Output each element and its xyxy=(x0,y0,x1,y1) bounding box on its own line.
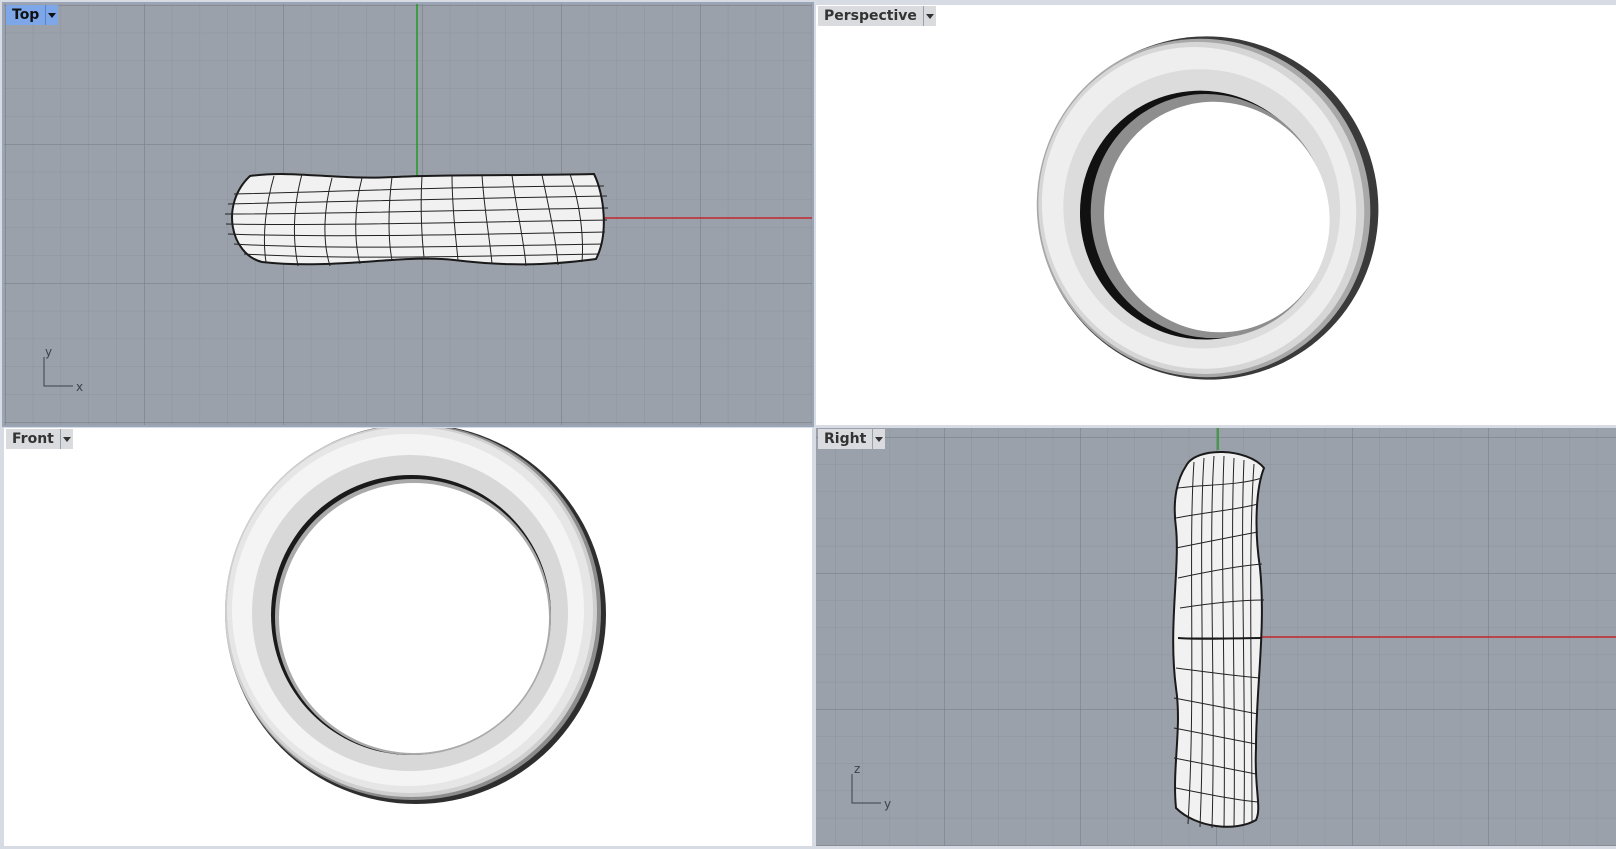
viewport-layout: y x Top Perspective Front z y Right xyxy=(0,0,1616,849)
triangle-down-icon[interactable] xyxy=(59,429,73,449)
viewport-title[interactable]: Top xyxy=(6,5,46,25)
ring-wireframe-top[interactable] xyxy=(224,172,609,267)
ring-shaded-front[interactable] xyxy=(225,428,606,804)
top-viewport[interactable]: y x Top xyxy=(2,2,814,427)
front-viewport[interactable]: Front xyxy=(4,428,812,846)
top-viewport-canvas[interactable]: y x xyxy=(4,4,812,425)
svg-text:y: y xyxy=(884,797,891,811)
perspective-viewport[interactable]: Perspective xyxy=(816,5,1616,425)
triangle-down-icon[interactable] xyxy=(922,6,936,26)
front-viewport-canvas[interactable] xyxy=(4,428,812,846)
viewport-tab-top[interactable]: Top xyxy=(6,5,59,25)
ring-wireframe-right[interactable] xyxy=(1172,450,1266,829)
perspective-viewport-canvas[interactable] xyxy=(816,5,1616,425)
viewport-tab-perspective[interactable]: Perspective xyxy=(818,6,936,26)
svg-text:y: y xyxy=(45,345,52,359)
svg-text:z: z xyxy=(854,762,860,776)
right-viewport[interactable]: z y Right xyxy=(816,428,1616,846)
triangle-down-icon[interactable] xyxy=(45,5,59,25)
ring-shaded-perspective[interactable] xyxy=(980,5,1436,425)
viewport-title[interactable]: Right xyxy=(818,429,873,449)
right-viewport-canvas[interactable]: z y xyxy=(816,428,1616,846)
viewport-tab-front[interactable]: Front xyxy=(6,429,73,449)
svg-text:x: x xyxy=(76,380,83,394)
viewport-title[interactable]: Perspective xyxy=(818,6,923,26)
viewport-title[interactable]: Front xyxy=(6,429,60,449)
viewport-tab-right[interactable]: Right xyxy=(818,429,886,449)
triangle-down-icon[interactable] xyxy=(872,429,886,449)
